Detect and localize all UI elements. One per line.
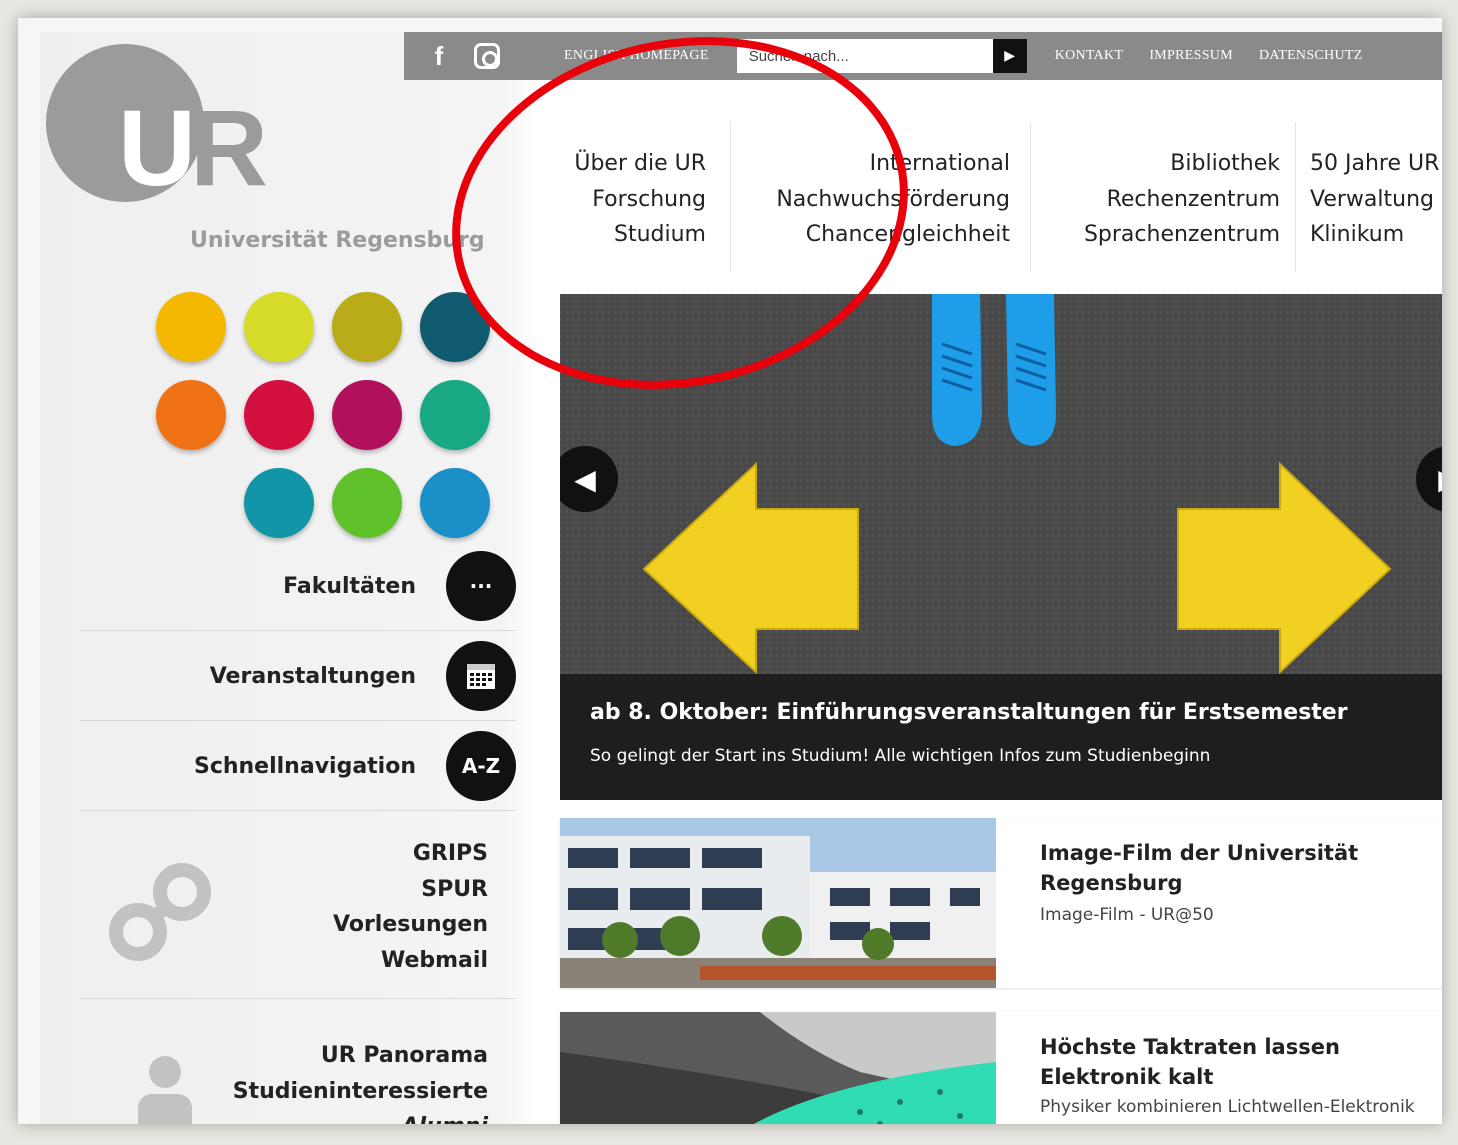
divider: [80, 998, 516, 999]
news-thumbnail[interactable]: [560, 1012, 996, 1124]
faculty-dot[interactable]: [332, 292, 402, 362]
quicklink-label: Schnellnavigation: [193, 753, 416, 779]
slider-subtitle: So gelingt der Start ins Studium! Alle w…: [590, 746, 1211, 766]
link-chain-icon: [109, 863, 211, 961]
nav-nachwuchsfoerderung[interactable]: Nachwuchsförderung: [740, 182, 1010, 218]
nav-studium[interactable]: Studium: [520, 217, 706, 253]
divider: [80, 630, 516, 631]
link-ur-panorama[interactable]: UR Panorama: [233, 1038, 488, 1074]
news-card[interactable]: Image-Film der Universität Regensburg Im…: [560, 818, 1442, 988]
quicklink-fakultaeten[interactable]: Fakultäten ···: [80, 542, 516, 630]
faculty-dot[interactable]: [244, 292, 314, 362]
faculty-dot[interactable]: [420, 468, 490, 538]
nav-international[interactable]: International: [740, 146, 1010, 182]
campus-building-image: [560, 818, 996, 988]
arrow-right-icon: ▶: [1438, 463, 1442, 496]
nav-klinikum[interactable]: Klinikum: [1310, 217, 1442, 253]
play-arrow-icon: ▶: [1004, 48, 1016, 64]
link-alumni[interactable]: Alumni: [233, 1109, 488, 1124]
nav-chancengleichheit[interactable]: Chancengleichheit: [740, 217, 1010, 253]
link-vorlesungen[interactable]: Vorlesungen: [333, 907, 488, 943]
link-webmail[interactable]: Webmail: [333, 943, 488, 979]
calendar-icon[interactable]: [446, 641, 516, 711]
search-submit-button[interactable]: ▶: [992, 39, 1027, 73]
a-z-icon[interactable]: A-Z: [446, 731, 516, 801]
faculty-dot[interactable]: [332, 380, 402, 450]
nav-sprachenzentrum[interactable]: Sprachenzentrum: [1050, 217, 1280, 253]
kontakt-link[interactable]: KONTAKT: [1055, 48, 1124, 64]
news-teaser: Image-Film - UR@50: [1040, 905, 1214, 925]
nav-separator: [1030, 122, 1031, 272]
quicklink-schnellnavigation[interactable]: Schnellnavigation A-Z: [80, 722, 516, 810]
faculty-dot[interactable]: [420, 292, 490, 362]
faculty-dot[interactable]: [156, 380, 226, 450]
physics-image: [560, 1012, 996, 1124]
faculty-dot[interactable]: [244, 380, 314, 450]
main-nav-column-3: Bibliothek Rechenzentrum Sprachenzentrum: [1050, 146, 1280, 253]
nav-separator: [1295, 122, 1296, 272]
slider-caption: ab 8. Oktober: Einführungsveranstaltunge…: [560, 674, 1442, 800]
faculty-dot[interactable]: [156, 292, 226, 362]
divider: [80, 810, 516, 811]
slider-image: [560, 294, 1442, 674]
datenschutz-link[interactable]: DATENSCHUTZ: [1259, 48, 1363, 64]
more-dots-icon[interactable]: ···: [446, 551, 516, 621]
quicklink-label: Fakultäten: [283, 573, 416, 599]
nav-rechenzentrum[interactable]: Rechenzentrum: [1050, 182, 1280, 218]
impressum-link[interactable]: IMPRESSUM: [1149, 48, 1233, 64]
news-title[interactable]: Image-Film der Universität Regensburg: [1040, 838, 1440, 898]
link-studieninteressierte[interactable]: Studieninteressierte: [233, 1074, 488, 1110]
faculty-dot[interactable]: [420, 380, 490, 450]
service-links: GRIPS SPUR Vorlesungen Webmail: [333, 836, 488, 978]
quicklink-label: Veranstaltungen: [209, 663, 416, 689]
facebook-icon[interactable]: f: [422, 39, 456, 73]
quicklink-veranstaltungen[interactable]: Veranstaltungen: [80, 632, 516, 720]
main-nav-column-4: 50 Jahre UR Verwaltung Klinikum: [1310, 146, 1442, 253]
nav-verwaltung[interactable]: Verwaltung: [1310, 182, 1442, 218]
news-teaser: Physiker kombinieren Lichtwellen-Elektro…: [1040, 1097, 1415, 1124]
english-homepage-link[interactable]: ENGLISH HOMEPAGE: [564, 48, 709, 64]
arrow-left-icon: ◀: [574, 462, 596, 496]
hero-slider[interactable]: ◀ ▶ ab 8. Oktober: Einführungsveranstalt…: [560, 294, 1442, 800]
nav-ueber-die-ur[interactable]: Über die UR: [520, 146, 706, 182]
screenshot-frame: f ENGLISH HOMEPAGE Suchen nach... ▶ KONT…: [18, 18, 1442, 1124]
main-nav-column-2: International Nachwuchsförderung Chancen…: [740, 146, 1010, 253]
main-nav-column-1: Über die UR Forschung Studium: [520, 146, 706, 253]
faculty-dot[interactable]: [244, 468, 314, 538]
slider-title[interactable]: ab 8. Oktober: Einführungsveranstaltunge…: [590, 700, 1348, 725]
news-card[interactable]: Höchste Taktraten lassen Elektronik kalt…: [560, 1012, 1442, 1124]
nav-separator: [730, 122, 731, 272]
link-grips[interactable]: GRIPS: [333, 836, 488, 872]
nav-bibliothek[interactable]: Bibliothek: [1050, 146, 1280, 182]
webpage: f ENGLISH HOMEPAGE Suchen nach... ▶ KONT…: [40, 32, 1442, 1124]
instagram-icon[interactable]: [470, 39, 504, 73]
nav-forschung[interactable]: Forschung: [520, 182, 706, 218]
link-spur[interactable]: SPUR: [333, 872, 488, 908]
news-title[interactable]: Höchste Taktraten lassen Elektronik kalt: [1040, 1032, 1440, 1092]
top-utility-bar: f ENGLISH HOMEPAGE Suchen nach... ▶ KONT…: [404, 32, 1442, 80]
divider: [80, 720, 516, 721]
search-input[interactable]: Suchen nach...: [736, 39, 993, 73]
university-name[interactable]: Universität Regensburg: [190, 228, 485, 253]
audience-links: UR Panorama Studieninteressierte Alumni: [233, 1038, 488, 1124]
nav-50-jahre-ur[interactable]: 50 Jahre UR: [1310, 146, 1442, 182]
faculty-dot[interactable]: [332, 468, 402, 538]
logo-mark[interactable]: UR: [118, 94, 268, 202]
news-thumbnail[interactable]: [560, 818, 996, 988]
person-icon: [138, 1056, 192, 1124]
